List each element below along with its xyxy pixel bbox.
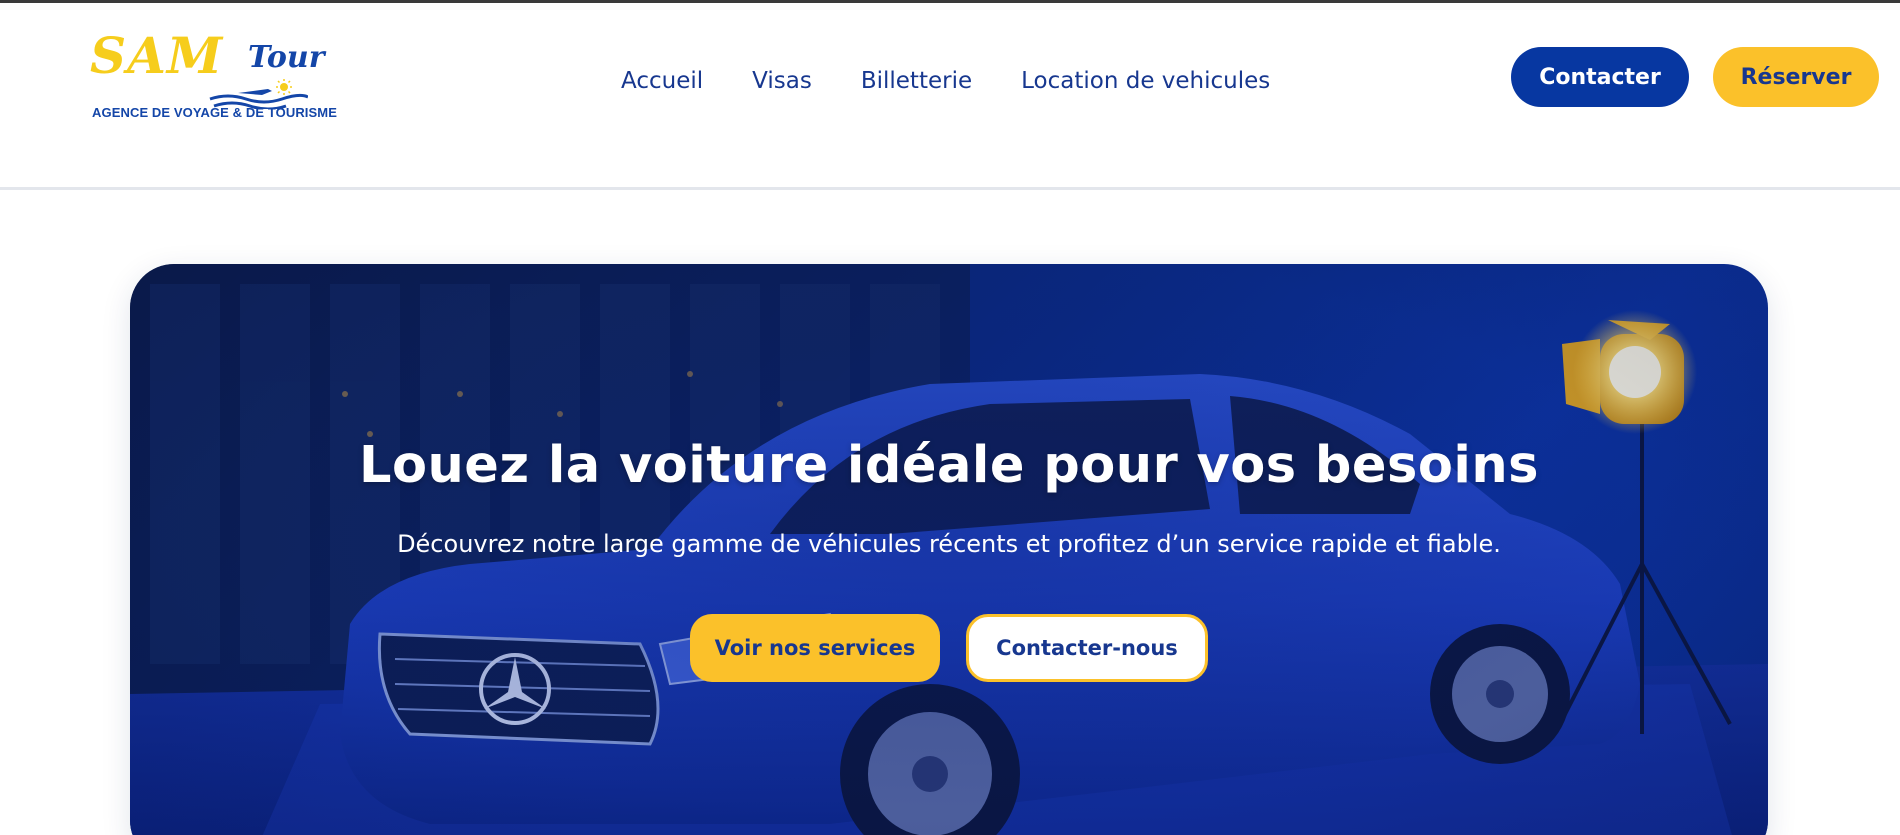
hero-banner: Louez la voiture idéale pour vos besoins… bbox=[130, 264, 1768, 835]
nav-item-billetterie[interactable]: Billetterie bbox=[861, 68, 972, 94]
view-services-button[interactable]: Voir nos services bbox=[690, 614, 940, 682]
hero-subtitle: Découvrez notre large gamme de véhicules… bbox=[397, 530, 1501, 558]
contact-us-button[interactable]: Contacter-nous bbox=[966, 614, 1208, 682]
nav-item-visas[interactable]: Visas bbox=[752, 68, 812, 94]
site-header: SAM Tour AGENCE DE VOYAGE & DE TOURISME … bbox=[0, 3, 1900, 190]
hero-title: Louez la voiture idéale pour vos besoins bbox=[358, 436, 1540, 495]
logo-subword: Tour bbox=[248, 40, 325, 75]
reserve-button[interactable]: Réserver bbox=[1713, 47, 1879, 107]
nav-item-accueil[interactable]: Accueil bbox=[621, 68, 703, 94]
nav-item-location-vehicules[interactable]: Location de vehicules bbox=[1021, 68, 1270, 94]
main-nav: Accueil Visas Billetterie Location de ve… bbox=[621, 68, 1270, 94]
logo-wordmark: SAM bbox=[90, 26, 224, 85]
brand-logo[interactable]: SAM Tour AGENCE DE VOYAGE & DE TOURISME bbox=[90, 26, 337, 123]
contact-button[interactable]: Contacter bbox=[1511, 47, 1689, 107]
logo-tagline: AGENCE DE VOYAGE & DE TOURISME bbox=[92, 105, 337, 120]
